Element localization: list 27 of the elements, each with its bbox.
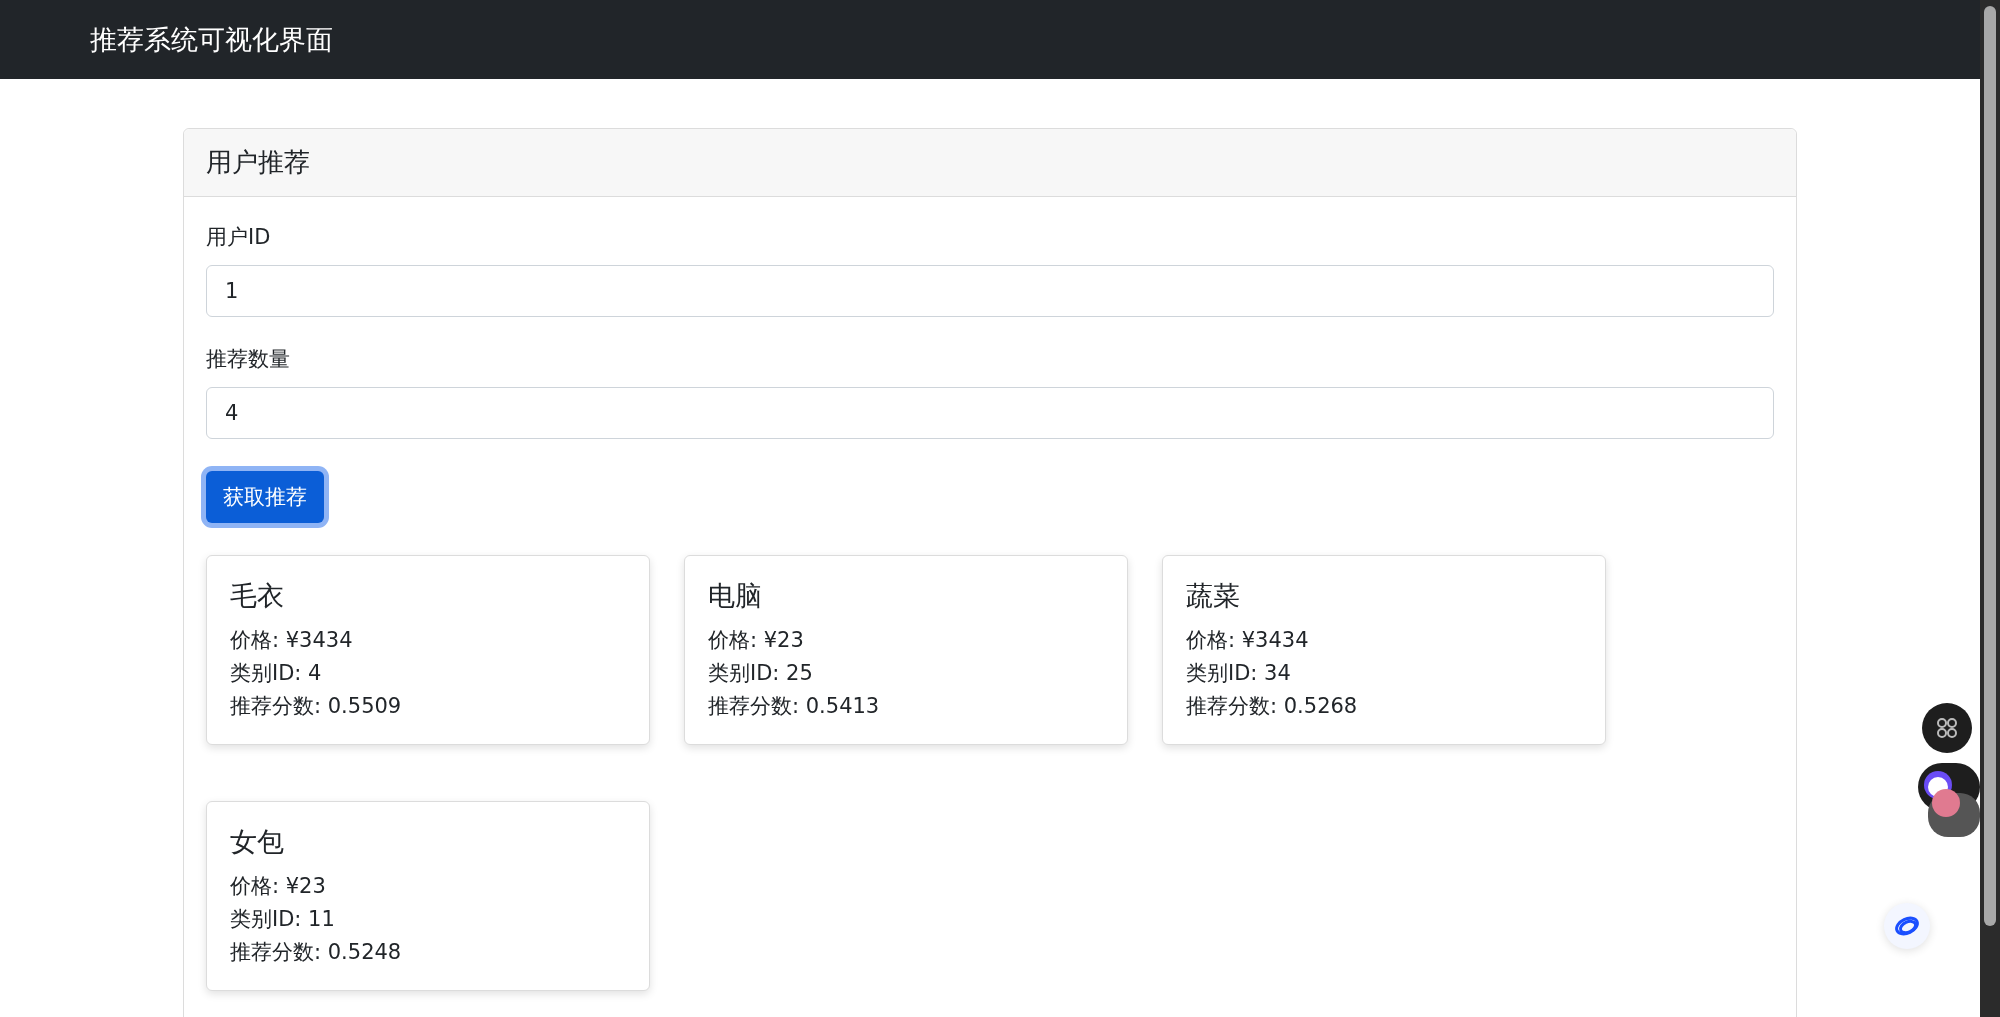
product-detail: 推荐分数: 0.5248 [230,939,403,966]
field-label: 用户ID [206,224,271,251]
product-name: 毛衣 [230,579,284,613]
product-detail: 类别ID: 25 [708,660,814,687]
app-title: 推荐系统可视化界面 [90,22,333,57]
product-name: 女包 [230,825,284,859]
product-detail: 价格: ¥3434 [230,627,354,654]
field-label: 推荐数量 [206,346,290,373]
grid-icon [1935,716,1959,740]
product-name: 蔬菜 [1186,579,1240,613]
input-field[interactable]: 1 [206,265,1774,317]
product-detail: 类别ID: 34 [1186,660,1292,687]
product-detail: 价格: ¥23 [230,873,327,900]
product-detail: 推荐分数: 0.5268 [1186,693,1359,720]
product-detail: 推荐分数: 0.5413 [708,693,881,720]
product-name: 电脑 [708,579,762,613]
product-detail: 价格: ¥23 [708,627,805,654]
product-detail: 价格: ¥3434 [1186,627,1310,654]
product-detail: 类别ID: 4 [230,660,323,687]
product-detail: 推荐分数: 0.5509 [230,693,403,720]
scrollbar-thumb[interactable] [1984,6,1996,926]
swirl-logo-icon[interactable] [1884,903,1930,949]
product-detail: 类别ID: 11 [230,906,336,933]
panel-title: 用户推荐 [206,146,310,179]
apps-button[interactable] [1922,703,1972,753]
scrollbar[interactable] [1980,0,2000,1017]
input-field[interactable]: 4 [206,387,1774,439]
